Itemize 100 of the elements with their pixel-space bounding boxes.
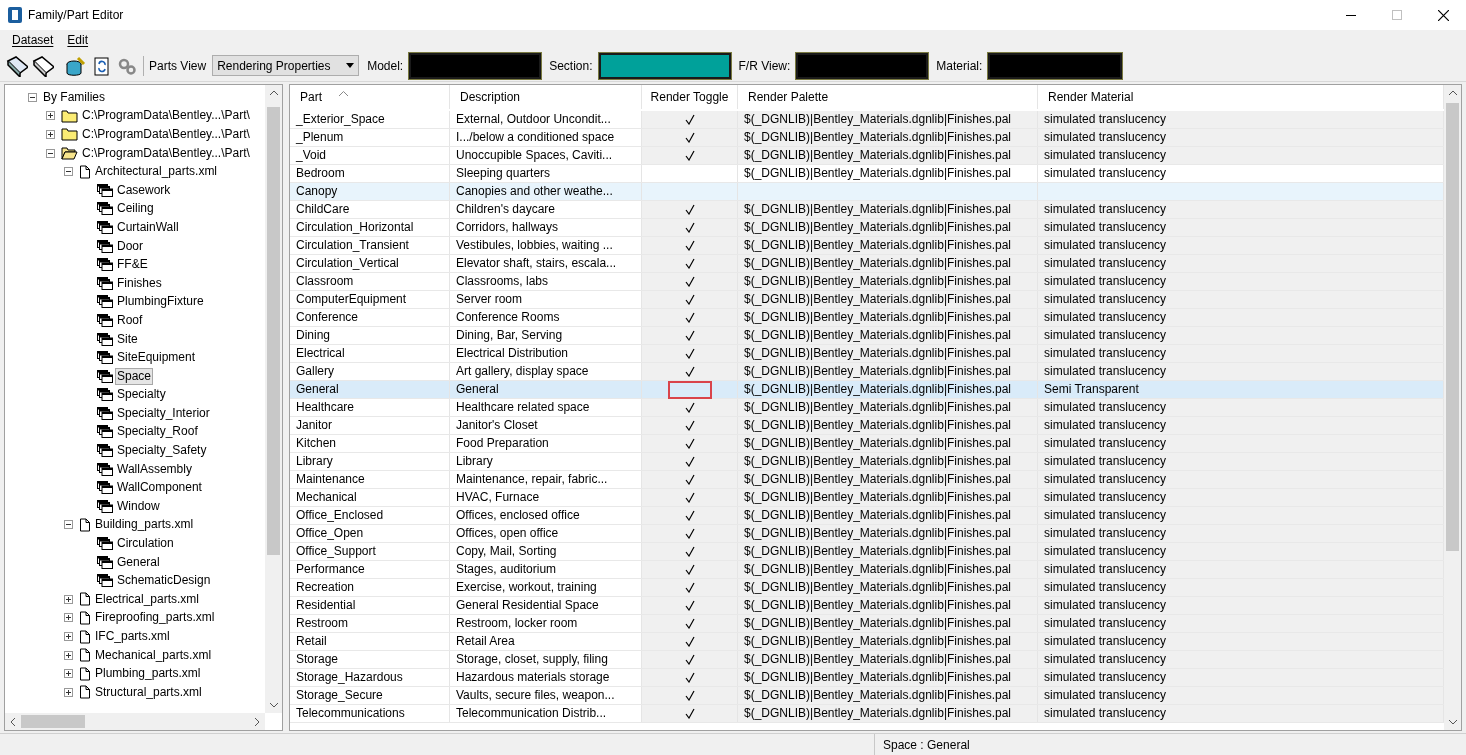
tree-item[interactable]: SchematicDesign: [115, 572, 213, 590]
table-row[interactable]: Janitor Janitor's Closet $(_DGNLIB)|Bentley_Materials.dgnlib|Finishes.pal simulated translucency: [290, 417, 1444, 435]
table-row[interactable]: Storage_Hazardous Hazardous materials storage $(_DGNLIB)|Bentley_Materials.dgnlib|Finishes.pal simulated translucency: [290, 669, 1444, 687]
column-header[interactable]: Part: [290, 85, 450, 109]
tree-item[interactable]: Space: [115, 367, 154, 385]
horizontal-scrollbar[interactable]: [5, 713, 265, 730]
tree-item[interactable]: PlumbingFixture: [115, 293, 206, 311]
tree-item[interactable]: Casework: [115, 181, 173, 199]
table-row[interactable]: Residential General Residential Space $(_DGNLIB)|Bentley_Materials.dgnlib|Finishes.pal simulated translucency: [290, 597, 1444, 615]
tree-item[interactable]: Architectural_parts.xml: [93, 163, 220, 181]
document-icon: [79, 666, 91, 681]
scrollbar-thumb[interactable]: [1446, 103, 1459, 551]
tree-item[interactable]: Finishes: [115, 274, 164, 292]
menu-item[interactable]: Edit: [61, 31, 95, 49]
table-row[interactable]: Office_Support Copy, Mail, Sorting $(_DGNLIB)|Bentley_Materials.dgnlib|Finishes.pal simulated translucency: [290, 543, 1444, 561]
tree-item[interactable]: Plumbing_parts.xml: [93, 665, 203, 683]
column-header[interactable]: Render Toggle: [642, 85, 738, 109]
table-row[interactable]: Dining Dining, Bar, Serving $(_DGNLIB)|Bentley_Materials.dgnlib|Finishes.pal simulated translucency: [290, 327, 1444, 345]
table-row[interactable]: Kitchen Food Preparation $(_DGNLIB)|Bentley_Materials.dgnlib|Finishes.pal simulated translucency: [290, 435, 1444, 453]
vertical-scrollbar[interactable]: [1444, 85, 1461, 730]
expand-icon[interactable]: [63, 613, 73, 623]
table-row[interactable]: Circulation_Vertical Elevator shaft, stairs, escala... $(_DGNLIB)|Bentley_Materials.dgnlib|Finishes.pal simulated translucency: [290, 255, 1444, 273]
color-swatch[interactable]: [409, 52, 542, 79]
table-row[interactable]: Retail Retail Area $(_DGNLIB)|Bentley_Materials.dgnlib|Finishes.pal simulated translucency: [290, 633, 1444, 651]
tree-item[interactable]: CurtainWall: [115, 218, 181, 236]
table-row[interactable]: Circulation_Transient Vestibules, lobbies, waiting ... $(_DGNLIB)|Bentley_Materials.dgnlib|Finishes.pal simulated translucency: [290, 237, 1444, 255]
table-row[interactable]: Office_Enclosed Offices, enclosed office $(_DGNLIB)|Bentley_Materials.dgnlib|Finishes.pal simulated translucency: [290, 507, 1444, 525]
tree-item[interactable]: Mechanical_parts.xml: [93, 646, 214, 664]
table-row[interactable]: Mechanical HVAC, Furnace $(_DGNLIB)|Bentley_Materials.dgnlib|Finishes.pal simulated translucency: [290, 489, 1444, 507]
tree-item[interactable]: Circulation: [115, 535, 176, 553]
column-header[interactable]: Render Palette: [738, 85, 1038, 109]
expand-icon[interactable]: [45, 111, 55, 121]
table-row[interactable]: Storage_Secure Vaults, secure files, weapon... $(_DGNLIB)|Bentley_Materials.dgnlib|Finishes.pal simulated translucency: [290, 687, 1444, 705]
tree-item[interactable]: C:\ProgramData\Bentley...\Part\: [80, 107, 252, 125]
tree-item[interactable]: Specialty_Interior: [115, 404, 212, 422]
parts-view-dropdown[interactable]: Rendering Properties: [212, 55, 360, 76]
table-row[interactable]: Performance Stages, auditorium $(_DGNLIB)|Bentley_Materials.dgnlib|Finishes.pal simulated translucency: [290, 561, 1444, 579]
tree-item[interactable]: Fireproofing_parts.xml: [93, 609, 217, 627]
collapse-icon[interactable]: [45, 148, 55, 158]
collapse-icon[interactable]: [63, 520, 73, 530]
tree-item[interactable]: Structural_parts.xml: [93, 683, 204, 701]
table-row[interactable]: Storage Storage, closet, supply, filing $(_DGNLIB)|Bentley_Materials.dgnlib|Finishes.pal simulated translucency: [290, 651, 1444, 669]
table-row[interactable]: Bedroom Sleeping quarters $(_DGNLIB)|Bentley_Materials.dgnlib|Finishes.pal simulated translucency: [290, 165, 1444, 183]
table-row[interactable]: Electrical Electrical Distribution $(_DGNLIB)|Bentley_Materials.dgnlib|Finishes.pal simulated translucency: [290, 345, 1444, 363]
tree-item[interactable]: Roof: [115, 311, 145, 329]
collapse-icon[interactable]: [63, 167, 73, 177]
tree-item[interactable]: SiteEquipment: [115, 349, 198, 367]
tree-item[interactable]: C:\ProgramData\Bentley...\Part\: [80, 126, 252, 143]
table-row[interactable]: ComputerEquipment Server room $(_DGNLIB)|Bentley_Materials.dgnlib|Finishes.pal simulated translucency: [290, 291, 1444, 309]
table-row[interactable]: General General $(_DGNLIB)|Bentley_Materials.dgnlib|Finishes.pal Semi Transparent: [290, 381, 1444, 399]
expand-icon[interactable]: [63, 594, 73, 604]
table-row[interactable]: _Exterior_Space External, Outdoor Uncondit... $(_DGNLIB)|Bentley_Materials.dgnlib|Finishes.pal simulated translucency: [290, 111, 1444, 129]
tree-item[interactable]: Building_parts.xml: [93, 516, 196, 534]
scrollbar-thumb[interactable]: [21, 715, 85, 728]
table-row[interactable]: Healthcare Healthcare related space $(_DGNLIB)|Bentley_Materials.dgnlib|Finishes.pal simulated translucency: [290, 399, 1444, 417]
tree-item[interactable]: By Families: [41, 88, 107, 106]
table-row[interactable]: Gallery Art gallery, display space $(_DGNLIB)|Bentley_Materials.dgnlib|Finishes.pal simulated translucency: [290, 363, 1444, 381]
table-row[interactable]: Maintenance Maintenance, repair, fabric... $(_DGNLIB)|Bentley_Materials.dgnlib|Finishes.pal simulated translucency: [290, 471, 1444, 489]
expand-icon[interactable]: [63, 632, 73, 641]
table-cell: Classroom: [296, 274, 354, 288]
expand-icon[interactable]: [63, 650, 73, 660]
column-header[interactable]: Description: [450, 85, 642, 109]
tree-item[interactable]: FF&E: [115, 256, 150, 274]
tree-item[interactable]: WallComponent: [115, 479, 204, 497]
table-row[interactable]: _Plenum I.../below a conditioned space $(_DGNLIB)|Bentley_Materials.dgnlib|Finishes.pal simulated translucency: [290, 129, 1444, 147]
color-swatch[interactable]: [988, 52, 1123, 79]
menu-item[interactable]: Dataset: [6, 31, 60, 49]
table-row[interactable]: Restroom Restroom, locker room $(_DGNLIB)|Bentley_Materials.dgnlib|Finishes.pal simulated translucency: [290, 615, 1444, 633]
tree-item[interactable]: C:\ProgramData\Bentley...\Part\: [80, 144, 252, 162]
tree-item[interactable]: Specialty_Safety: [115, 442, 209, 460]
collapse-icon[interactable]: [27, 92, 37, 102]
tree-item[interactable]: WallAssembly: [115, 460, 194, 478]
tree-item[interactable]: Door: [115, 237, 145, 255]
color-swatch[interactable]: [796, 52, 929, 79]
scrollbar-thumb[interactable]: [267, 107, 280, 555]
tree-item[interactable]: Site: [115, 330, 140, 348]
table-cell: Restroom, locker room: [456, 616, 578, 630]
table-row[interactable]: Canopy Canopies and other weathe...: [290, 183, 1444, 201]
tree-item[interactable]: Window: [115, 497, 162, 515]
expand-icon[interactable]: [63, 687, 73, 697]
tree-item[interactable]: Ceiling: [115, 200, 156, 218]
vertical-scrollbar[interactable]: [265, 85, 282, 713]
table-row[interactable]: Library Library $(_DGNLIB)|Bentley_Materials.dgnlib|Finishes.pal simulated translucency: [290, 453, 1444, 471]
tree-item[interactable]: IFC_parts.xml: [93, 628, 172, 645]
expand-icon[interactable]: [45, 130, 55, 139]
table-row[interactable]: Circulation_Horizontal Corridors, hallways $(_DGNLIB)|Bentley_Materials.dgnlib|Finishes.pal simulated translucency: [290, 219, 1444, 237]
expand-icon[interactable]: [63, 669, 73, 679]
table-cell: Canopies and other weathe...: [456, 184, 613, 198]
table-row[interactable]: Office_Open Offices, open office $(_DGNLIB)|Bentley_Materials.dgnlib|Finishes.pal simulated translucency: [290, 525, 1444, 543]
table-row[interactable]: Conference Conference Rooms $(_DGNLIB)|Bentley_Materials.dgnlib|Finishes.pal simulated translucency: [290, 309, 1444, 327]
table-row[interactable]: _Void Unoccupible Spaces, Caviti... $(_DGNLIB)|Bentley_Materials.dgnlib|Finishes.pal simulated translucency: [290, 147, 1444, 165]
table-row[interactable]: Classroom Classrooms, labs $(_DGNLIB)|Bentley_Materials.dgnlib|Finishes.pal simulated translucency: [290, 273, 1444, 291]
table-row[interactable]: ChildCare Children's daycare $(_DGNLIB)|Bentley_Materials.dgnlib|Finishes.pal simulated translucency: [290, 201, 1444, 219]
tree-item[interactable]: Specialty_Roof: [115, 423, 200, 441]
tree-item[interactable]: General: [115, 553, 162, 571]
tree-item[interactable]: Specialty: [115, 386, 168, 404]
table-row[interactable]: Telecommunications Telecommunication Distrib... $(_DGNLIB)|Bentley_Materials.dgnlib|Finishes.pal simulated translucency: [290, 705, 1444, 723]
table-row[interactable]: Recreation Exercise, workout, training $(_DGNLIB)|Bentley_Materials.dgnlib|Finishes.pal simulated translucency: [290, 579, 1444, 597]
color-swatch[interactable]: [598, 52, 731, 79]
tree-item[interactable]: Electrical_parts.xml: [93, 590, 202, 608]
